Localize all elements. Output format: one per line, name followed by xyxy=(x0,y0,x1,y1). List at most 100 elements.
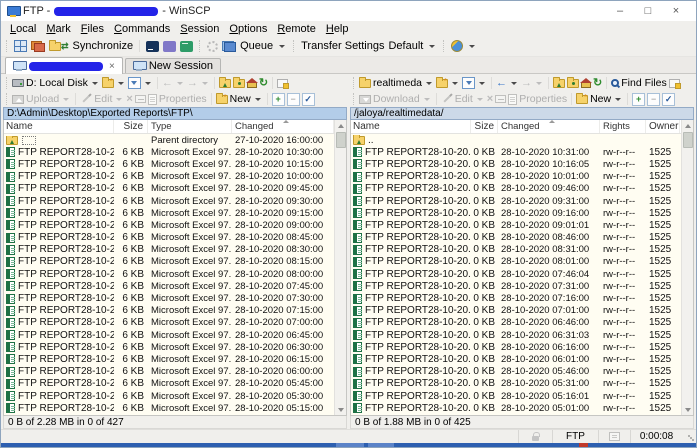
edit-dropdown-icon[interactable] xyxy=(116,98,122,101)
remote-path-bar[interactable]: /jaloya/realtimedata/ xyxy=(350,107,694,120)
putty-icon[interactable] xyxy=(163,41,176,52)
column-header-rights[interactable]: Rights xyxy=(600,120,646,133)
new-icon[interactable]: * xyxy=(216,95,228,104)
file-row[interactable]: FTP REPORT28-10-20...0 KB28-10-2020 07:1… xyxy=(351,292,681,304)
column-header-owner[interactable]: Owner xyxy=(646,120,680,133)
file-row[interactable]: FTP REPORT28-10-20...0 KB28-10-2020 10:1… xyxy=(351,158,681,170)
file-row[interactable]: FTP REPORT28-10-20...0 KB28-10-2020 09:4… xyxy=(351,183,681,195)
file-manager-icon[interactable] xyxy=(180,41,193,52)
download-dropdown-icon[interactable] xyxy=(424,98,430,101)
file-row[interactable]: FTP REPORT28-10-20...6 KBMicrosoft Excel… xyxy=(4,207,334,219)
remote-directory-dropdown-icon[interactable] xyxy=(426,82,432,85)
home-directory-icon[interactable] xyxy=(247,82,257,88)
back-icon[interactable]: ← xyxy=(496,78,507,89)
edit-button[interactable]: Edit xyxy=(94,93,112,105)
file-row[interactable]: FTP REPORT28-10-20...0 KB28-10-2020 09:0… xyxy=(351,219,681,231)
vertical-scrollbar[interactable] xyxy=(334,120,346,415)
file-row[interactable]: FTP REPORT28-10-20...6 KBMicrosoft Excel… xyxy=(4,183,334,195)
file-row[interactable]: FTP REPORT28-10-20... xyxy=(4,414,334,415)
scroll-up-button[interactable] xyxy=(682,120,694,131)
queue-dropdown-icon[interactable] xyxy=(279,45,285,48)
transfer-settings-label[interactable]: Transfer Settings xyxy=(301,40,384,52)
upload-dropdown-icon[interactable] xyxy=(63,98,69,101)
file-row[interactable]: FTP REPORT28-10-20...0 KB28-10-2020 05:4… xyxy=(351,366,681,378)
edit-icon[interactable] xyxy=(443,95,450,102)
open-directory-dropdown-icon[interactable] xyxy=(118,82,124,85)
explorer-style-icon[interactable] xyxy=(451,40,463,52)
file-row[interactable]: FTP REPORT28-10-20...6 KBMicrosoft Excel… xyxy=(4,317,334,329)
menu-remote[interactable]: Remote xyxy=(272,23,321,35)
file-row[interactable]: FTP REPORT28-10-20...6 KBMicrosoft Excel… xyxy=(4,158,334,170)
queue-button[interactable]: Queue xyxy=(240,40,273,52)
parent-directory-icon[interactable] xyxy=(219,79,231,88)
back-dropdown-icon[interactable] xyxy=(177,82,183,85)
queue-icon[interactable] xyxy=(222,41,236,52)
file-row[interactable]: FTP REPORT28-10-20...6 KBMicrosoft Excel… xyxy=(4,244,334,256)
file-row[interactable]: FTP REPORT28-10-20...6 KBMicrosoft Excel… xyxy=(4,378,334,390)
download-icon[interactable] xyxy=(359,95,371,104)
file-row[interactable]: FTP REPORT28-10-20...0 KB28-10-2020 07:3… xyxy=(351,280,681,292)
commander-layout-icon[interactable] xyxy=(14,40,27,52)
column-header-name[interactable]: Name xyxy=(4,120,114,133)
file-row[interactable]: FTP REPORT28-10-20...0 KB28-10-2020 05:3… xyxy=(351,378,681,390)
forward-dropdown-icon[interactable] xyxy=(536,82,542,85)
select-files-button[interactable]: + xyxy=(272,93,285,106)
file-row[interactable]: FTP REPORT28-10-20...0 KB28-10-2020 08:3… xyxy=(351,244,681,256)
vertical-scrollbar[interactable] xyxy=(681,120,693,415)
parent-directory-icon[interactable] xyxy=(553,79,565,88)
menu-commands[interactable]: Commands xyxy=(109,23,175,35)
settings-gear-icon[interactable] xyxy=(207,41,218,52)
file-row[interactable]: FTP REPORT28-10-20...0 KB28-10-2020 05:1… xyxy=(351,390,681,402)
file-row[interactable]: FTP REPORT28-10-20...6 KBMicrosoft Excel… xyxy=(4,146,334,158)
scroll-down-button[interactable] xyxy=(682,404,694,415)
properties-icon[interactable] xyxy=(508,94,517,105)
file-row[interactable]: FTP REPORT28-10-20...6 KBMicrosoft Excel… xyxy=(4,280,334,292)
file-row[interactable]: FTP REPORT28-10-20...6 KBMicrosoft Excel… xyxy=(4,329,334,341)
properties-button[interactable]: Properties xyxy=(159,93,207,105)
new-button[interactable]: New xyxy=(230,93,251,105)
delete-icon[interactable]: × xyxy=(487,94,493,105)
protocol-cell[interactable]: FTP xyxy=(552,430,598,443)
file-row[interactable]: FTP REPORT28-10-20... xyxy=(351,414,681,415)
symlink-icon[interactable] xyxy=(277,79,288,88)
parent-dir-row[interactable]: .. xyxy=(351,134,681,146)
transfer-settings-value[interactable]: Default xyxy=(388,40,423,52)
parent-dir-row[interactable]: Parent directory27-10-2020 16:00:00 xyxy=(4,134,334,146)
synchronize-button[interactable]: Synchronize xyxy=(73,40,134,52)
selection-filter-button[interactable]: ✓ xyxy=(302,93,315,106)
file-row[interactable]: FTP REPORT28-10-20...0 KB28-10-2020 08:0… xyxy=(351,256,681,268)
minimize-button[interactable]: – xyxy=(606,1,634,21)
scroll-up-button[interactable] xyxy=(335,120,347,131)
new-session-tab[interactable]: New Session xyxy=(125,58,221,73)
file-row[interactable]: FTP REPORT28-10-20...6 KBMicrosoft Excel… xyxy=(4,402,334,414)
file-row[interactable]: FTP REPORT28-10-20...0 KB28-10-2020 10:3… xyxy=(351,146,681,158)
file-row[interactable]: FTP REPORT28-10-20...0 KB28-10-2020 10:0… xyxy=(351,171,681,183)
file-row[interactable]: FTP REPORT28-10-20...6 KBMicrosoft Excel… xyxy=(4,390,334,402)
file-row[interactable]: FTP REPORT28-10-20...0 KB28-10-2020 07:0… xyxy=(351,305,681,317)
select-files-button[interactable]: + xyxy=(632,93,645,106)
scrollbar-thumb[interactable] xyxy=(683,132,693,148)
file-row[interactable]: FTP REPORT28-10-20...0 KB28-10-2020 09:1… xyxy=(351,207,681,219)
file-row[interactable]: FTP REPORT28-10-20...0 KB28-10-2020 05:0… xyxy=(351,402,681,414)
edit-icon[interactable] xyxy=(83,95,90,102)
back-dropdown-icon[interactable] xyxy=(511,82,517,85)
rename-icon[interactable] xyxy=(135,95,146,103)
unselect-files-button[interactable]: − xyxy=(647,93,660,106)
refresh-icon[interactable]: ↻ xyxy=(259,78,268,89)
file-row[interactable]: FTP REPORT28-10-20...6 KBMicrosoft Excel… xyxy=(4,268,334,280)
selection-filter-button[interactable]: ✓ xyxy=(662,93,675,106)
properties-icon[interactable] xyxy=(148,94,157,105)
synchronized-browsing-icon[interactable] xyxy=(31,41,45,52)
column-header-type[interactable]: Type xyxy=(148,120,232,133)
file-row[interactable]: FTP REPORT28-10-20...6 KBMicrosoft Excel… xyxy=(4,341,334,353)
upload-icon[interactable] xyxy=(12,95,24,104)
transfer-settings-dropdown-icon[interactable] xyxy=(429,45,435,48)
file-row[interactable]: FTP REPORT28-10-20...6 KBMicrosoft Excel… xyxy=(4,305,334,317)
edit-button[interactable]: Edit xyxy=(455,93,473,105)
new-dropdown-icon[interactable] xyxy=(255,98,261,101)
file-row[interactable]: FTP REPORT28-10-20...0 KB28-10-2020 06:3… xyxy=(351,329,681,341)
back-icon[interactable]: ← xyxy=(162,78,173,89)
menu-mark[interactable]: Mark xyxy=(41,23,75,35)
menu-options[interactable]: Options xyxy=(224,23,272,35)
file-row[interactable]: FTP REPORT28-10-20...6 KBMicrosoft Excel… xyxy=(4,256,334,268)
